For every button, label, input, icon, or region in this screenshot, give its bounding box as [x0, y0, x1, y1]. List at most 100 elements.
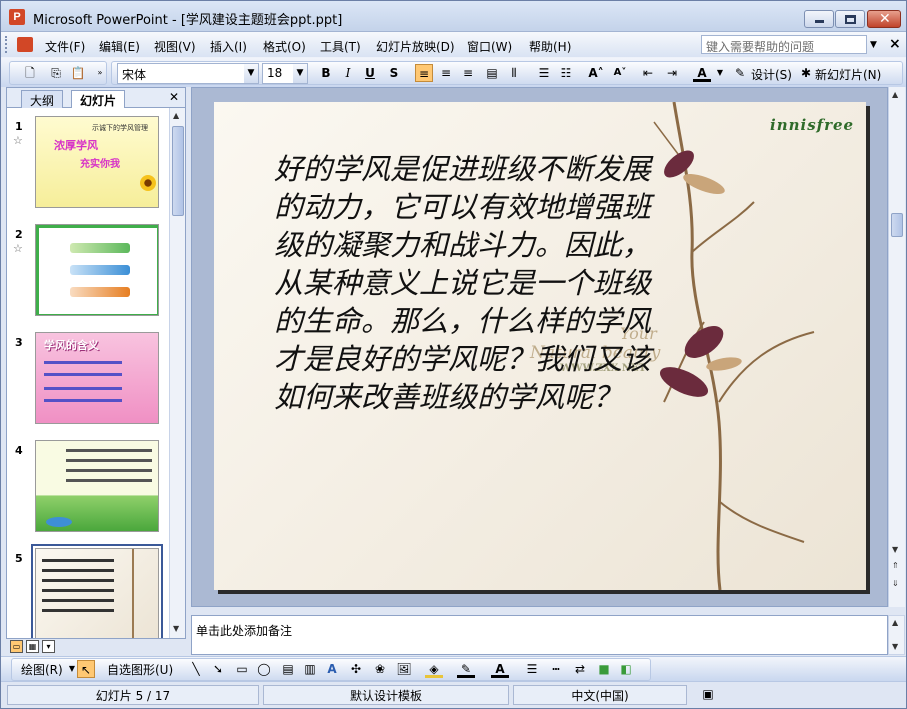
design-icon[interactable]: ✎ — [731, 64, 749, 82]
scroll-up-icon[interactable]: ▲ — [173, 111, 179, 120]
close-button[interactable]: ✕ — [867, 10, 901, 28]
scroll-down-icon[interactable]: ▼ — [892, 545, 898, 554]
draw-menu-button[interactable]: 绘图(R) — [21, 661, 63, 678]
powerpoint-app-icon[interactable]: P — [9, 9, 25, 25]
help-dropdown-arrow-icon[interactable]: ▼ — [870, 40, 877, 50]
view-buttons: ▭ ▦ ▾ — [6, 639, 186, 655]
normal-view-icon[interactable]: ▭ — [10, 640, 23, 653]
bold-icon[interactable]: B — [317, 64, 335, 82]
slide-body-text[interactable]: 好的学风是促进班级不断发展的动力，它可以有效地增强班级的凝聚力和战斗力。因此，从… — [274, 150, 654, 416]
arrow-tool-icon[interactable]: ➘ — [209, 660, 227, 678]
textbox-tool-icon[interactable]: ▤ — [279, 660, 297, 678]
new-slide-button[interactable]: 新幻灯片(N) — [815, 66, 881, 83]
3d-style-icon[interactable]: ◧ — [617, 660, 635, 678]
diagram-icon[interactable]: ✣ — [347, 660, 365, 678]
new-document-icon[interactable]: 🗋 — [21, 64, 39, 82]
slide-thumbnail-3[interactable]: 学风的含义 — [35, 332, 159, 424]
line-style-icon[interactable]: ☰ — [523, 660, 541, 678]
tab-slides[interactable]: 幻灯片 — [71, 90, 126, 108]
wordart-icon[interactable]: A — [323, 660, 341, 678]
slideshow-view-icon[interactable]: ▾ — [42, 640, 55, 653]
menu-file[interactable]: 文件(F) — [45, 38, 85, 55]
transition-star-icon[interactable]: ☆ — [13, 242, 23, 255]
column-icon[interactable]: ⦀ — [505, 64, 523, 82]
fill-color-icon[interactable]: ◈ — [425, 660, 443, 678]
document-icon[interactable] — [17, 37, 33, 52]
font-color-draw-icon[interactable]: A — [491, 660, 509, 678]
minimize-button[interactable] — [804, 10, 834, 28]
menu-insert[interactable]: 插入(I) — [210, 38, 247, 55]
previous-slide-icon[interactable]: ⇑ — [892, 561, 899, 570]
scroll-up-icon[interactable]: ▲ — [892, 618, 898, 627]
align-center-icon[interactable]: ≡ — [437, 64, 455, 82]
design-button[interactable]: 设计(S) — [751, 66, 792, 83]
menu-edit[interactable]: 编辑(E) — [99, 38, 140, 55]
menu-grip-handle[interactable] — [5, 36, 8, 53]
paste-icon[interactable]: 📋 — [69, 64, 87, 82]
picture-icon[interactable]: 🖼 — [395, 660, 413, 678]
increase-indent-icon[interactable]: ⇥ — [663, 64, 681, 82]
slide-scroll-thumb[interactable] — [891, 213, 903, 237]
decrease-font-icon[interactable]: A˅ — [611, 64, 629, 82]
oval-tool-icon[interactable]: ◯ — [255, 660, 273, 678]
scroll-thumb[interactable] — [172, 126, 184, 216]
shadow-style-icon[interactable]: ■ — [595, 660, 613, 678]
document-close-icon[interactable]: × — [889, 36, 901, 52]
menu-format[interactable]: 格式(O) — [263, 38, 306, 55]
menu-help[interactable]: 帮助(H) — [529, 38, 571, 55]
font-size-dropdown-icon[interactable]: ▼ — [293, 64, 307, 83]
scroll-down-icon[interactable]: ▼ — [892, 642, 898, 651]
font-size-value: 18 — [267, 66, 283, 80]
spelling-check-icon[interactable]: ▣ — [699, 685, 717, 703]
rectangle-tool-icon[interactable]: ▭ — [233, 660, 251, 678]
select-pointer-icon[interactable]: ↖ — [77, 660, 95, 678]
slide-thumbnail-2[interactable] — [35, 224, 159, 316]
tab-outline[interactable]: 大纲 — [21, 90, 64, 108]
scroll-up-icon[interactable]: ▲ — [892, 90, 898, 99]
menu-slideshow[interactable]: 幻灯片放映(D) — [376, 38, 455, 55]
distribute-icon[interactable]: ▤ — [483, 64, 501, 82]
font-size-select[interactable]: 18 ▼ — [262, 63, 308, 84]
transition-star-icon[interactable]: ☆ — [13, 134, 23, 147]
decrease-indent-icon[interactable]: ⇤ — [639, 64, 657, 82]
slide-thumbnail-1[interactable]: 示诚下的学风管理 浓厚学风 充实你我 — [35, 116, 159, 208]
increase-font-icon[interactable]: A˄ — [587, 64, 605, 82]
menu-tools[interactable]: 工具(T) — [320, 38, 361, 55]
autoshapes-button[interactable]: 自选图形(U) — [107, 661, 173, 678]
help-search-input[interactable]: 键入需要帮助的问题 — [701, 35, 867, 54]
toolbar-options-icon[interactable]: » — [91, 64, 109, 82]
align-right-icon[interactable]: ≡ — [459, 64, 477, 82]
menu-window[interactable]: 窗口(W) — [467, 38, 512, 55]
new-slide-icon[interactable]: ✱ — [797, 64, 815, 82]
notes-scrollbar[interactable]: ▲ ▼ — [888, 615, 905, 655]
underline-icon[interactable]: U — [361, 64, 379, 82]
maximize-button[interactable] — [835, 10, 865, 28]
align-left-icon[interactable]: ≡ — [415, 64, 433, 82]
current-slide[interactable]: innisfree Your Natural beauty WWW.ZXX.NE… — [214, 102, 866, 590]
line-tool-icon[interactable]: ╲ — [187, 660, 205, 678]
font-name-dropdown-icon[interactable]: ▼ — [244, 64, 258, 83]
next-slide-icon[interactable]: ⇓ — [892, 579, 899, 588]
thumbnails-scrollbar[interactable]: ▲ ▼ — [169, 108, 185, 638]
arrow-style-icon[interactable]: ⇄ — [571, 660, 589, 678]
italic-icon[interactable]: I — [339, 64, 357, 82]
pane-close-icon[interactable]: ✕ — [169, 90, 179, 104]
slide-scrollbar[interactable]: ▲ ▼ ⇑ ⇓ — [888, 87, 905, 607]
slide-sorter-icon[interactable]: ▦ — [26, 640, 39, 653]
copy-icon[interactable]: ⎘ — [47, 64, 65, 82]
shadow-icon[interactable]: S — [385, 64, 403, 82]
dash-style-icon[interactable]: ┅ — [547, 660, 565, 678]
clipart-icon[interactable]: ❀ — [371, 660, 389, 678]
line-color-icon[interactable]: ✎ — [457, 660, 475, 678]
font-name-select[interactable]: 宋体 ▼ — [117, 63, 259, 84]
scroll-down-icon[interactable]: ▼ — [173, 624, 179, 633]
slide-thumbnail-4[interactable] — [35, 440, 159, 532]
notes-pane[interactable]: 单击此处添加备注 — [191, 615, 888, 655]
font-color-icon[interactable]: A — [693, 64, 711, 82]
menu-view[interactable]: 视图(V) — [154, 38, 196, 55]
bullets-icon[interactable]: ☷ — [557, 64, 575, 82]
slide-thumbnail-5[interactable] — [31, 544, 163, 638]
font-color-dropdown-icon[interactable]: ▼ — [711, 64, 729, 82]
vertical-textbox-icon[interactable]: ▥ — [301, 660, 319, 678]
numbering-icon[interactable]: ☰ — [535, 64, 553, 82]
